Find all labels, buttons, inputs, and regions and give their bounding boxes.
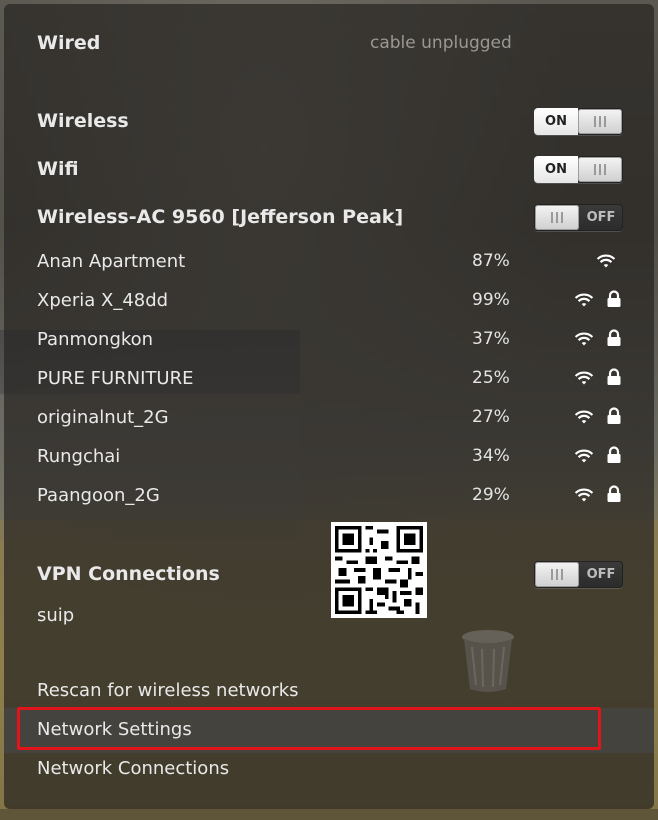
wifi-signal-icon xyxy=(574,448,594,468)
toggle-knob xyxy=(535,205,579,230)
lock-icon xyxy=(606,446,622,468)
network-strength: 25% xyxy=(472,368,510,388)
network-strength: 37% xyxy=(472,329,510,349)
wifi-signal-icon xyxy=(574,331,594,351)
network-strength: 29% xyxy=(472,485,510,505)
network-item[interactable]: Paangoon_2G 29% xyxy=(4,482,654,516)
wired-label: Wired xyxy=(37,32,101,54)
lock-icon xyxy=(606,290,622,312)
adapter-row[interactable]: Wireless-AC 9560 [Jefferson Peak] OFF xyxy=(4,200,654,234)
lock-icon xyxy=(606,485,622,507)
network-strength: 27% xyxy=(472,407,510,427)
toggle-knob xyxy=(578,109,622,134)
network-item[interactable]: Rungchai 34% xyxy=(4,443,654,477)
wifi-row[interactable]: Wifi ON xyxy=(4,152,654,186)
adapter-toggle[interactable]: OFF xyxy=(534,204,623,231)
network-name: PURE FURNITURE xyxy=(37,368,194,389)
network-name: Paangoon_2G xyxy=(37,485,160,506)
lock-icon xyxy=(606,407,622,429)
wifi-signal-icon xyxy=(574,487,594,507)
network-item[interactable]: originalnut_2G 27% xyxy=(4,404,654,438)
vpn-connection-item[interactable]: suip xyxy=(4,605,654,635)
network-strength: 87% xyxy=(472,251,510,271)
network-name: Panmongkon xyxy=(37,329,154,350)
vpn-toggle-label: OFF xyxy=(586,567,616,582)
wifi-signal-icon xyxy=(574,292,594,312)
highlight-annotation xyxy=(17,707,601,750)
vpn-toggle[interactable]: OFF xyxy=(534,561,623,588)
network-name: originalnut_2G xyxy=(37,407,169,428)
vpn-label: VPN Connections xyxy=(37,563,220,585)
vpn-row[interactable]: VPN Connections OFF xyxy=(4,557,654,591)
wired-status: cable unplugged xyxy=(370,33,512,53)
network-item[interactable]: PURE FURNITURE 25% xyxy=(4,365,654,399)
wireless-label: Wireless xyxy=(37,110,129,132)
toggle-knob xyxy=(535,562,579,587)
wired-row: Wired cable unplugged xyxy=(4,32,654,62)
network-menu: Wired cable unplugged Wireless ON Wifi O… xyxy=(4,4,654,809)
lock-icon xyxy=(606,368,622,390)
network-connections-item[interactable]: Network Connections xyxy=(4,756,654,790)
wifi-toggle-label: ON xyxy=(534,156,578,183)
network-item[interactable]: Panmongkon 37% xyxy=(4,326,654,360)
rescan-label: Rescan for wireless networks xyxy=(37,680,299,701)
wifi-label: Wifi xyxy=(37,158,79,180)
wifi-toggle[interactable]: ON xyxy=(534,156,623,183)
network-strength: 34% xyxy=(472,446,510,466)
network-name: Anan Apartment xyxy=(37,251,186,272)
network-strength: 99% xyxy=(472,290,510,310)
wifi-signal-icon xyxy=(574,409,594,429)
network-item[interactable]: Xperia X_48dd 99% xyxy=(4,287,654,321)
wifi-signal-icon xyxy=(596,253,616,273)
vpn-connection-label: suip xyxy=(37,605,75,626)
lock-icon xyxy=(606,329,622,351)
adapter-toggle-label: OFF xyxy=(586,210,616,225)
network-name: Xperia X_48dd xyxy=(37,290,169,311)
wifi-signal-icon xyxy=(574,370,594,390)
qr-code xyxy=(331,522,427,618)
wireless-toggle[interactable]: ON xyxy=(534,108,623,135)
adapter-label: Wireless-AC 9560 [Jefferson Peak] xyxy=(37,206,404,228)
wireless-row[interactable]: Wireless ON xyxy=(4,104,654,138)
network-name: Rungchai xyxy=(37,446,121,467)
wireless-toggle-label: ON xyxy=(534,108,578,135)
toggle-knob xyxy=(578,157,622,182)
trash-icon xyxy=(462,630,514,692)
network-connections-label: Network Connections xyxy=(37,758,230,779)
network-item[interactable]: Anan Apartment 87% xyxy=(4,248,654,282)
